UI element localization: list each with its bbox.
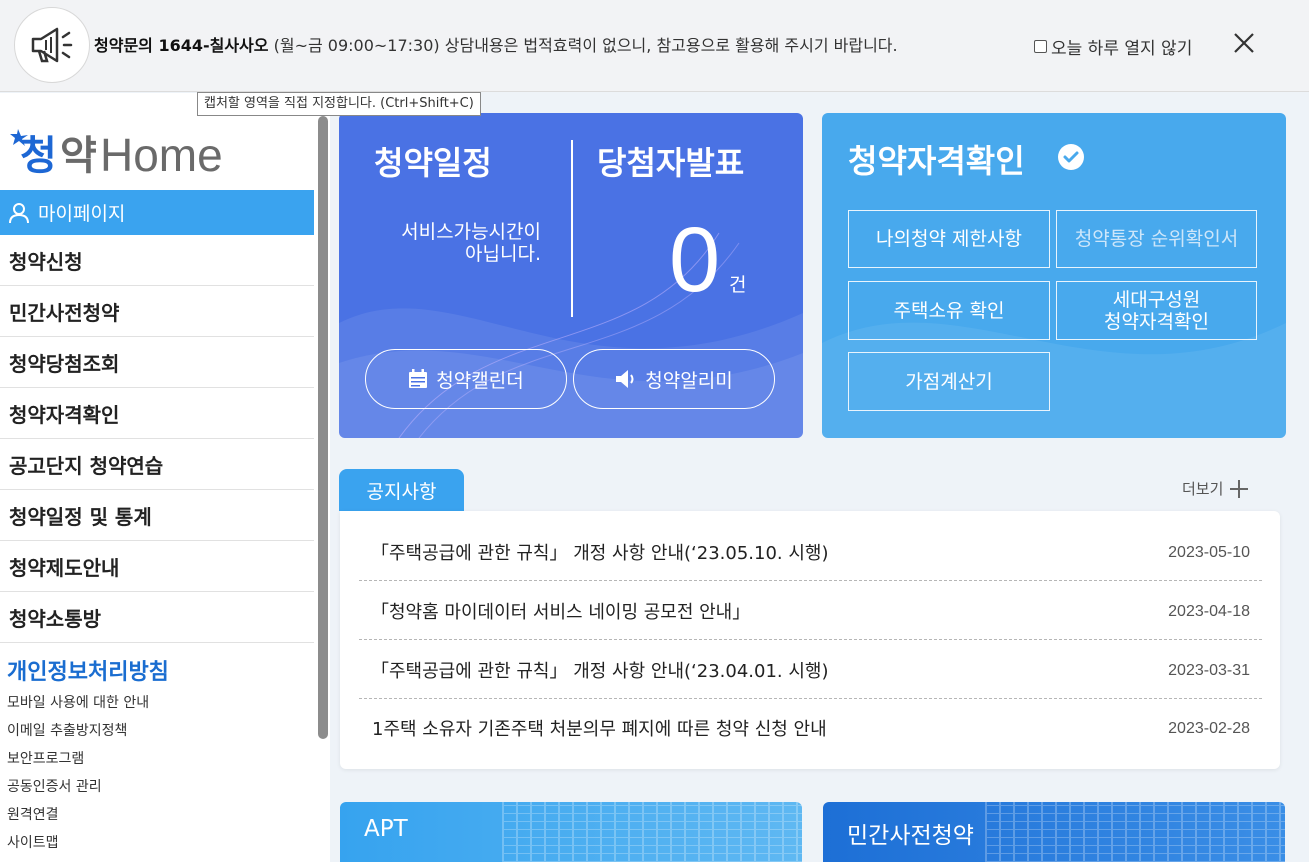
link-remote[interactable]: 원격연결 [7, 805, 149, 833]
speaker-icon [616, 370, 634, 388]
dismiss-label: 오늘 하루 열지 않기 [1051, 39, 1193, 59]
private-presale-title: 민간사전청약 [847, 823, 974, 849]
user-icon [9, 202, 29, 223]
menu-item-private-presale[interactable]: 민간사전청약 [0, 286, 314, 337]
qualification-card: 청약자격확인 나의청약 제한사항 청약통장 순위확인서 주택소유 확인 세대구성… [822, 113, 1286, 438]
menu-item-community[interactable]: 청약소통방 [0, 592, 314, 643]
notice-banner: 청약문의 1644-칠사사오 (월~금 09:00~17:30) 상담내용은 법… [0, 0, 1309, 92]
qualification-title[interactable]: 청약자격확인 [848, 136, 1025, 182]
privacy-policy-link[interactable]: 개인정보처리방침 [7, 654, 169, 686]
notice-date: 2023-03-31 [1168, 662, 1250, 679]
notice-title[interactable]: 「주택공급에 관한 규칙」 개정 사항 안내(‘23.04.01. 시행) [371, 657, 829, 683]
apt-card[interactable]: APT [340, 802, 802, 862]
menu-item-apply[interactable]: 청약신청 [0, 235, 314, 286]
mypage-label: 마이페이지 [38, 203, 126, 225]
checkbox-box[interactable] [1034, 40, 1047, 53]
winner-count: 0 [669, 209, 721, 311]
link-certificate[interactable]: 공동인증서 관리 [7, 777, 149, 805]
notice-date: 2023-05-10 [1168, 544, 1250, 561]
mypage-link[interactable]: 마이페이지 [0, 190, 314, 235]
hours: (월~금 09:00~17:30) [273, 36, 440, 55]
menu-item-system-guide[interactable]: 청약제도안내 [0, 541, 314, 592]
account-rank-button[interactable]: 청약통장 순위확인서 [1056, 210, 1257, 268]
notice-title[interactable]: 「주택공급에 관한 규칙」 개정 사항 안내(‘23.05.10. 시행) [371, 539, 829, 565]
link-security-program[interactable]: 보안프로그램 [7, 749, 149, 777]
household-qualification-button[interactable]: 세대구성원 청약자격확인 [1056, 281, 1257, 340]
megaphone-icon [14, 7, 90, 83]
service-msg-line2: 아닙니다. [465, 243, 541, 265]
household-label-1: 세대구성원 [1112, 288, 1201, 311]
menu-item-practice[interactable]: 공고단지 청약연습 [0, 439, 314, 490]
menu-item-schedule-stats[interactable]: 청약일정 및 통계 [0, 490, 314, 541]
main-menu: 청약신청 민간사전청약 청약당첨조회 청약자격확인 공고단지 청약연습 청약일정… [0, 235, 314, 643]
my-restriction-button[interactable]: 나의청약 제한사항 [848, 210, 1050, 268]
close-icon[interactable] [1232, 31, 1256, 55]
building-decoration [985, 802, 1285, 862]
more-link[interactable]: 더보기 [1182, 478, 1249, 499]
dismiss-today-checkbox[interactable]: 오늘 하루 열지 않기 [1034, 34, 1192, 59]
menu-item-winner-lookup[interactable]: 청약당첨조회 [0, 337, 314, 388]
notice-date: 2023-04-18 [1168, 603, 1250, 620]
building-decoration [502, 802, 802, 862]
schedule-title[interactable]: 청약일정 [374, 138, 492, 184]
svg-text:청: 청 [20, 133, 57, 177]
banner-message: 청약문의 1644-칠사사오 (월~금 09:00~17:30) 상담내용은 법… [94, 32, 898, 56]
svg-text:약: 약 [60, 133, 97, 177]
capture-tooltip: 캡처할 영역을 직접 지정합니다. (Ctrl+Shift+C) [197, 92, 481, 116]
link-mobile-guide[interactable]: 모바일 사용에 대한 안내 [7, 693, 149, 721]
check-circle-icon [1058, 144, 1084, 170]
list-item[interactable]: 「청약홈 마이데이터 서비스 네이밍 공모전 안내」 2023-04-18 [359, 581, 1262, 640]
notice-title[interactable]: 「청약홈 마이데이터 서비스 네이밍 공모전 안내」 [371, 598, 750, 624]
service-msg-line1: 서비스가능시간이 [401, 221, 541, 243]
service-unavailable-msg: 서비스가능시간이 아닙니다. [375, 221, 541, 265]
alarm-button[interactable]: 청약알리미 [573, 349, 775, 409]
notice-date: 2023-02-28 [1168, 720, 1250, 737]
site-logo[interactable]: 청 약 Home [8, 123, 228, 181]
sidebar-scrollbar[interactable] [318, 116, 328, 739]
phone-label: 청약문의 1644-칠사사오 [94, 36, 269, 55]
household-label-2: 청약자격확인 [1104, 310, 1209, 333]
plus-icon [1230, 479, 1249, 498]
score-calculator-button[interactable]: 가점계산기 [848, 352, 1050, 411]
notice-list: 「주택공급에 관한 규칙」 개정 사항 안내(‘23.05.10. 시행) 20… [340, 511, 1280, 769]
list-item[interactable]: 「주택공급에 관한 규칙」 개정 사항 안내(‘23.04.01. 시행) 20… [359, 640, 1262, 699]
list-item[interactable]: 1주택 소유자 기존주택 처분의무 폐지에 따른 청약 신청 안내 2023-0… [359, 699, 1262, 758]
notice-title[interactable]: 1주택 소유자 기존주택 처분의무 폐지에 따른 청약 신청 안내 [372, 715, 827, 741]
tab-notices[interactable]: 공지사항 [339, 469, 464, 511]
house-ownership-button[interactable]: 주택소유 확인 [848, 281, 1050, 340]
winner-title[interactable]: 당첨자발표 [597, 138, 744, 184]
link-sitemap[interactable]: 사이트맵 [7, 833, 149, 861]
more-label: 더보기 [1182, 480, 1224, 498]
calendar-label: 청약캘린더 [436, 369, 524, 392]
disclaimer: 상담내용은 법적효력이 없으니, 참고용으로 활용해 주시기 바랍니다. [444, 36, 898, 55]
divider [571, 140, 573, 317]
link-email-policy[interactable]: 이메일 추출방지정책 [7, 721, 149, 749]
calendar-button[interactable]: 청약캘린더 [365, 349, 567, 409]
private-presale-card[interactable]: 민간사전청약 [823, 802, 1285, 862]
svg-text:Home: Home [100, 129, 223, 177]
alarm-label: 청약알리미 [645, 369, 733, 392]
sidebar: 청 약 Home 마이페이지 청약신청 민간사전청약 청약당첨조회 청약자격확인… [0, 93, 330, 862]
winner-unit: 건 [729, 274, 747, 296]
list-item[interactable]: 「주택공급에 관한 규칙」 개정 사항 안내(‘23.05.10. 시행) 20… [359, 522, 1262, 581]
menu-item-qualification[interactable]: 청약자격확인 [0, 388, 314, 439]
footer-links: 모바일 사용에 대한 안내 이메일 추출방지정책 보안프로그램 공동인증서 관리… [7, 693, 149, 861]
calendar-icon [409, 369, 428, 388]
apt-title: APT [364, 816, 408, 842]
schedule-winner-card: 청약일정 서비스가능시간이 아닙니다. 당첨자발표 0 건 청약캘린더 청약알리… [339, 113, 803, 438]
